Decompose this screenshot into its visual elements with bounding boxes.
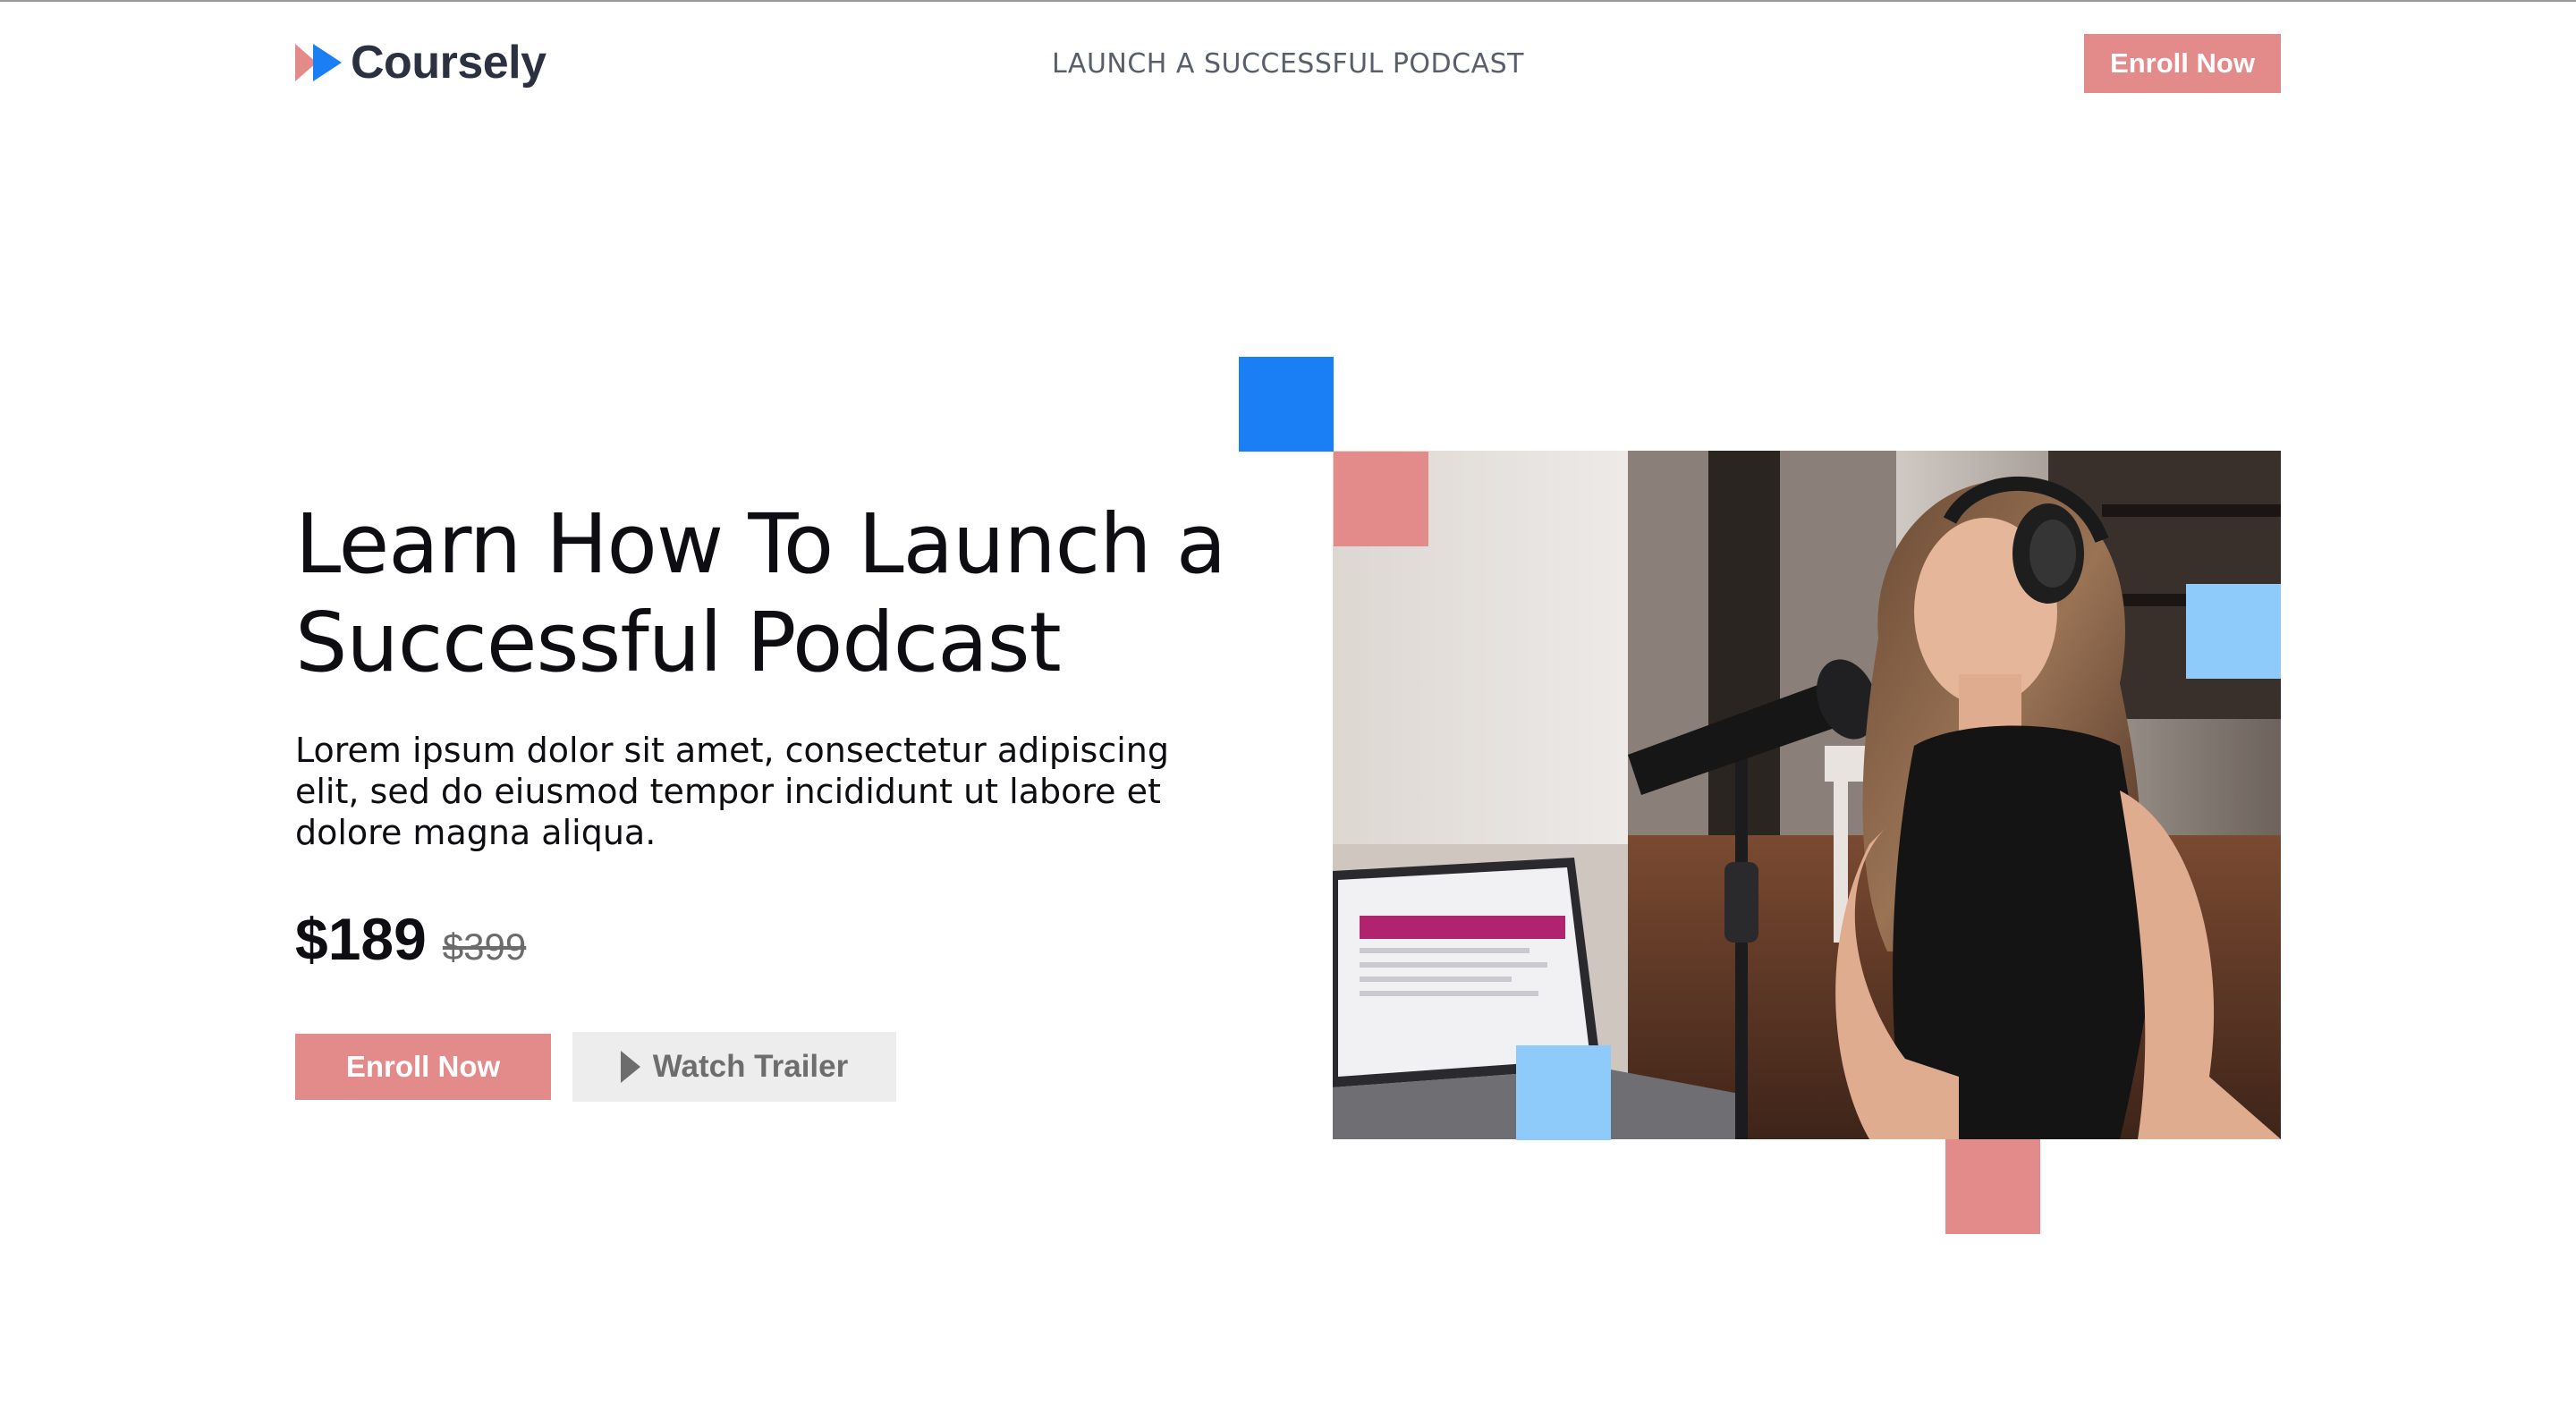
price-row: $189 $399 xyxy=(295,905,526,973)
decor-square-pink-bottom xyxy=(1945,1139,2040,1234)
original-price: $399 xyxy=(442,926,527,968)
play-icon xyxy=(620,1051,640,1083)
landing-page: Coursely LAUNCH A SUCCESSFUL PODCAST Enr… xyxy=(0,0,2576,1412)
hero-podcast-photo xyxy=(1333,451,2281,1139)
decor-square-lightblue-right xyxy=(2186,584,2281,679)
hero-enroll-button[interactable]: Enroll Now xyxy=(295,1034,551,1100)
decor-square-blue xyxy=(1239,357,1334,452)
hero-description: Lorem ipsum dolor sit amet, consectetur … xyxy=(295,731,1169,852)
current-price: $189 xyxy=(295,906,427,972)
watch-trailer-label: Watch Trailer xyxy=(652,1049,849,1084)
hero-title: Learn How To Launch a Successful Podcast xyxy=(295,496,1226,690)
header-enroll-button[interactable]: Enroll Now xyxy=(2084,34,2281,93)
decor-square-pink-top xyxy=(1334,452,1428,546)
watch-trailer-button[interactable]: Watch Trailer xyxy=(572,1032,896,1102)
decor-square-lightblue-bottom xyxy=(1516,1045,1611,1140)
